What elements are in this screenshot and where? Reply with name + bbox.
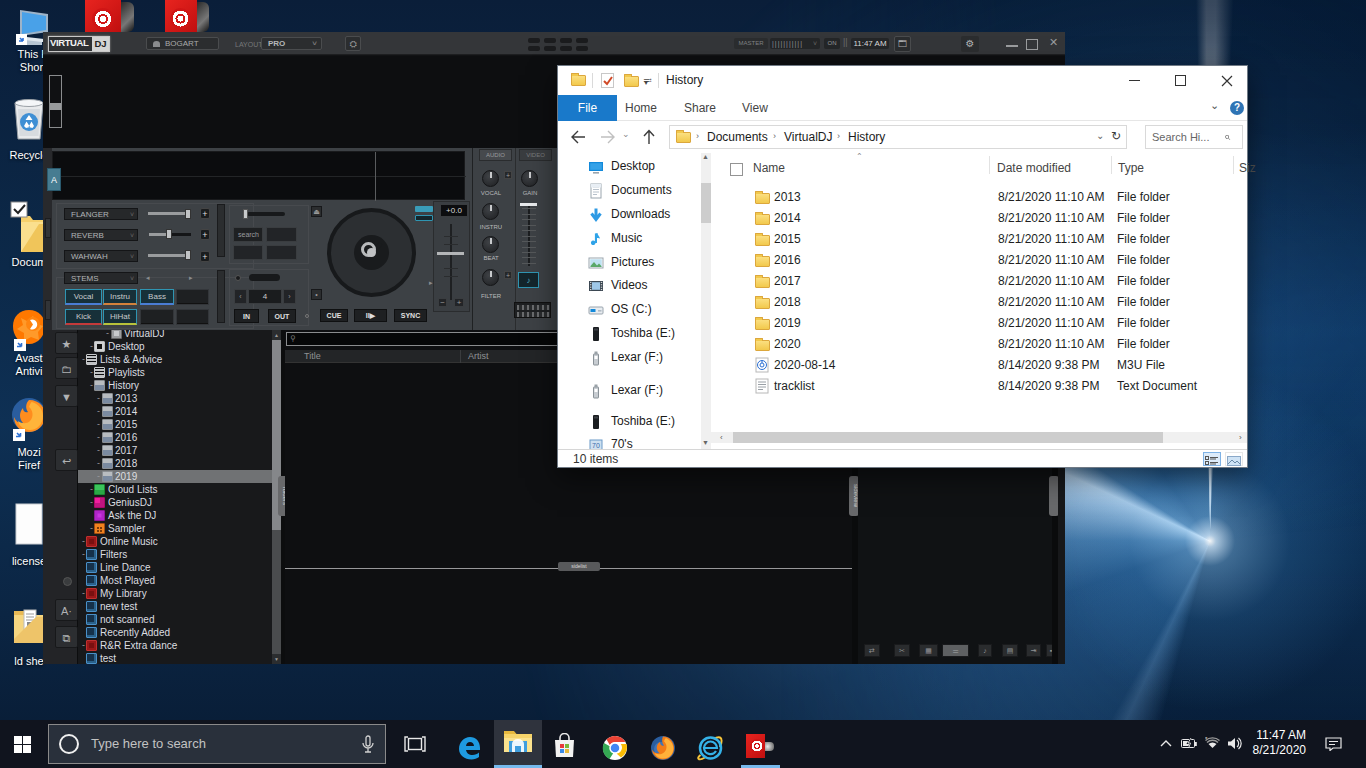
- svg-text:70: 70: [592, 442, 600, 449]
